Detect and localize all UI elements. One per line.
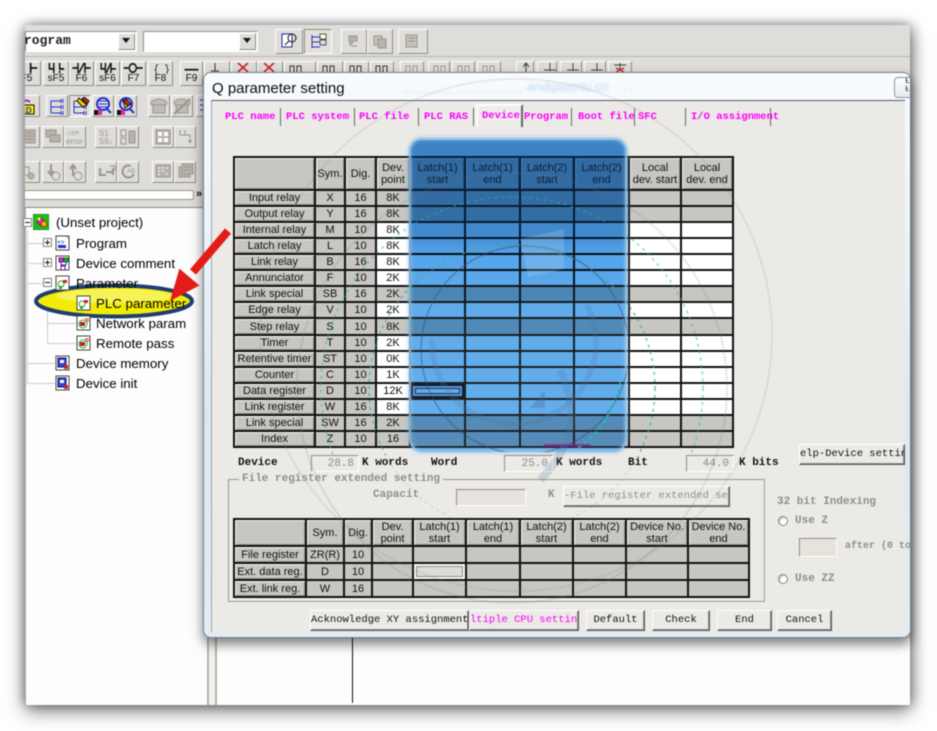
svg-text:«»: «» xyxy=(57,239,65,246)
